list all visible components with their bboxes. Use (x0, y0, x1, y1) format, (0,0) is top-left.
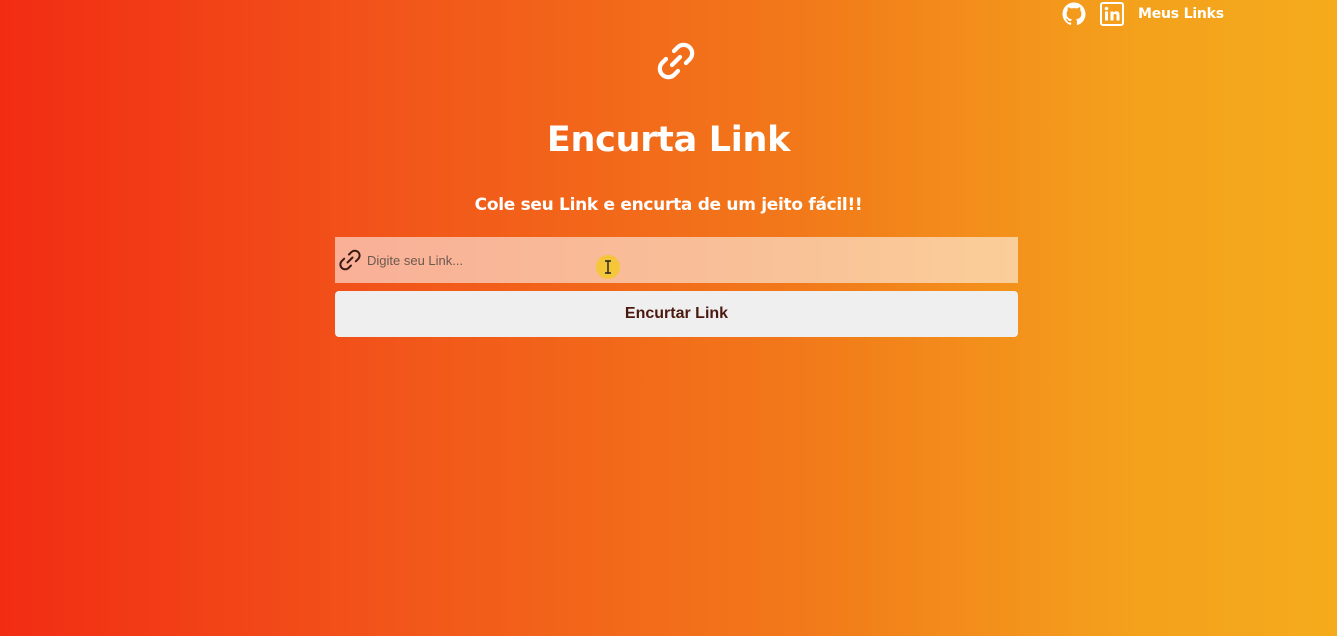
github-icon[interactable] (1062, 2, 1086, 26)
page-title: Encurta Link (546, 120, 791, 160)
page-subtitle: Cole seu Link e encurta de um jeito fáci… (474, 195, 863, 215)
linkedin-icon[interactable] (1100, 2, 1124, 26)
link-input[interactable] (367, 237, 1018, 283)
top-nav: Meus Links (1062, 2, 1224, 26)
link-icon (337, 247, 363, 273)
link-input-container[interactable] (335, 237, 1018, 283)
link-icon (652, 37, 700, 85)
shorten-link-button[interactable]: Encurtar Link (335, 291, 1018, 337)
my-links-link[interactable]: Meus Links (1138, 6, 1224, 22)
